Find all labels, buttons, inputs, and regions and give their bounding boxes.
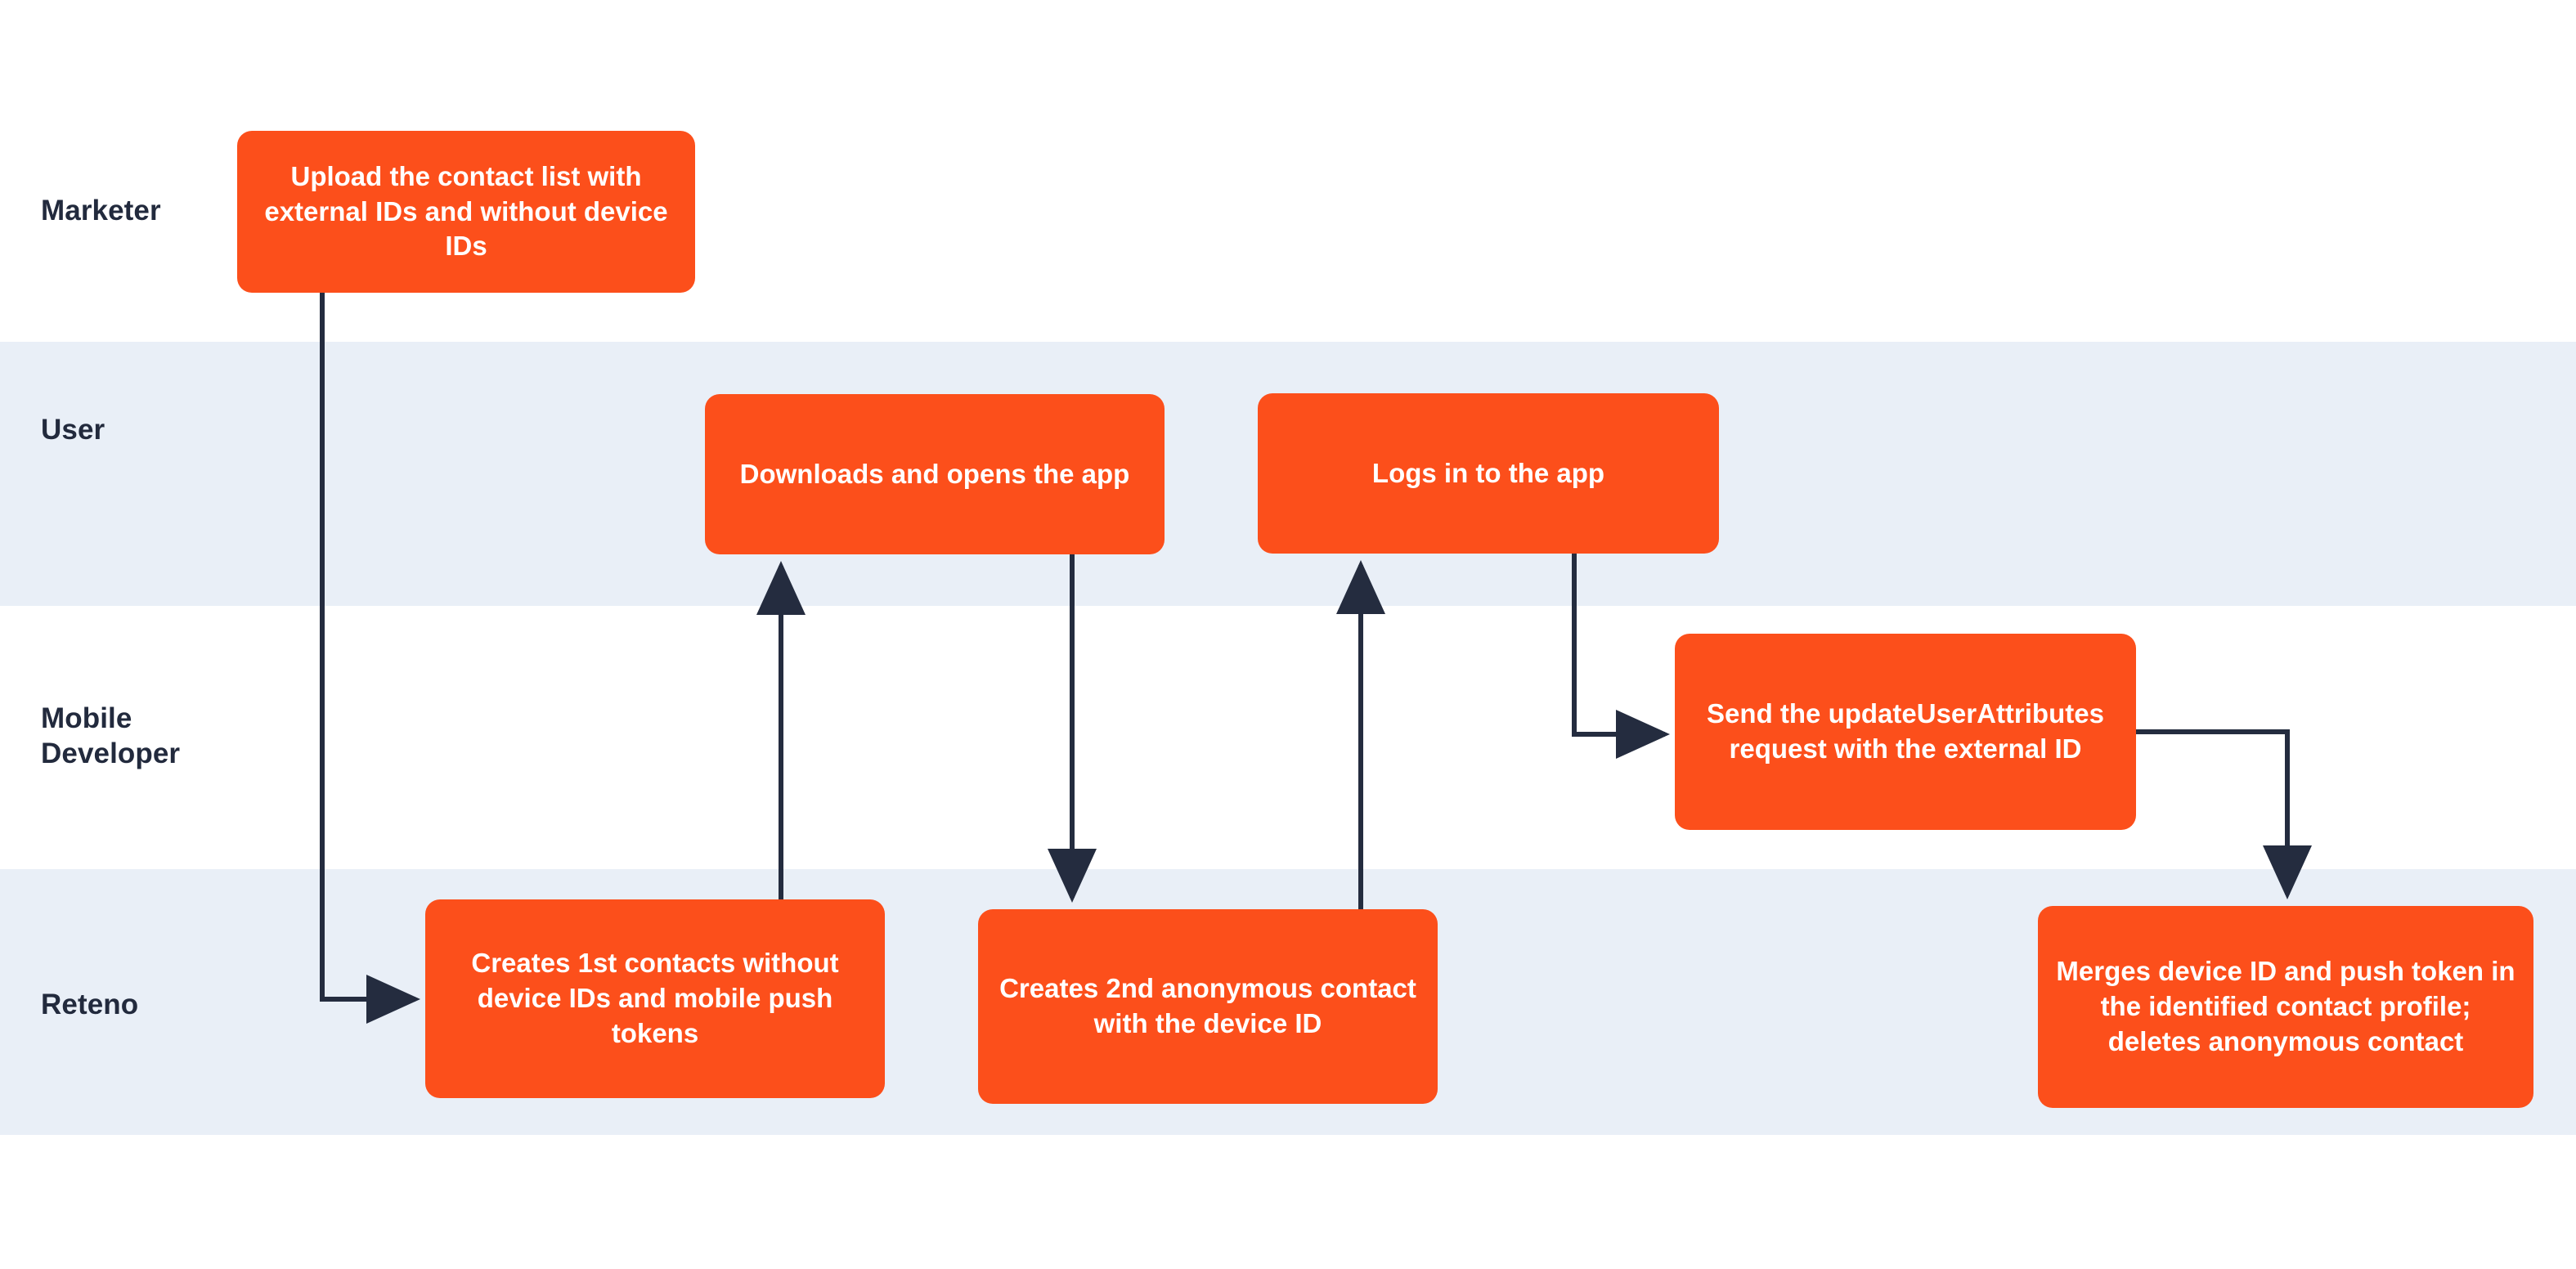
swimlane-band-mobile-developer <box>0 606 2576 869</box>
swimlane-label-reteno: Reteno <box>41 989 139 1020</box>
diagram-canvas: Marketer User Mobile Developer Reteno Uploa… <box>0 0 2576 1269</box>
process-node-logs-in-to-app[interactable]: Logs in to the app <box>1258 393 1719 554</box>
process-node-label: Downloads and opens the app <box>739 458 1130 489</box>
process-node-label: Upload the contact list with external ID… <box>264 160 668 262</box>
swimlane-label-user: User <box>41 414 105 446</box>
process-node-send-update-user-attributes[interactable]: Send the updateUserAttributes request wi… <box>1675 634 2136 830</box>
swimlane-label-mobile-developer: Mobile Developer <box>41 702 181 769</box>
process-node-creates-1st-contacts[interactable]: Creates 1st contacts without device IDs … <box>425 899 885 1098</box>
process-node-upload-contact-list[interactable]: Upload the contact list with external ID… <box>237 131 695 293</box>
process-node-merges-device-id[interactable]: Merges device ID and push token in the i… <box>2038 906 2533 1108</box>
process-node-label: Creates 2nd anonymous contact with the d… <box>999 973 1416 1038</box>
process-node-label: Creates 1st contacts without device IDs … <box>471 948 839 1048</box>
process-node-creates-2nd-anonymous-contact[interactable]: Creates 2nd anonymous contact with the d… <box>978 909 1438 1104</box>
process-node-label: Logs in to the app <box>1371 457 1605 488</box>
process-node-downloads-opens-app[interactable]: Downloads and opens the app <box>705 394 1165 554</box>
process-node-label: Merges device ID and push token in the i… <box>2056 956 2515 1056</box>
swimlane-label-marketer: Marketer <box>41 195 161 226</box>
process-node-label: Send the updateUserAttributes request wi… <box>1707 698 2104 764</box>
